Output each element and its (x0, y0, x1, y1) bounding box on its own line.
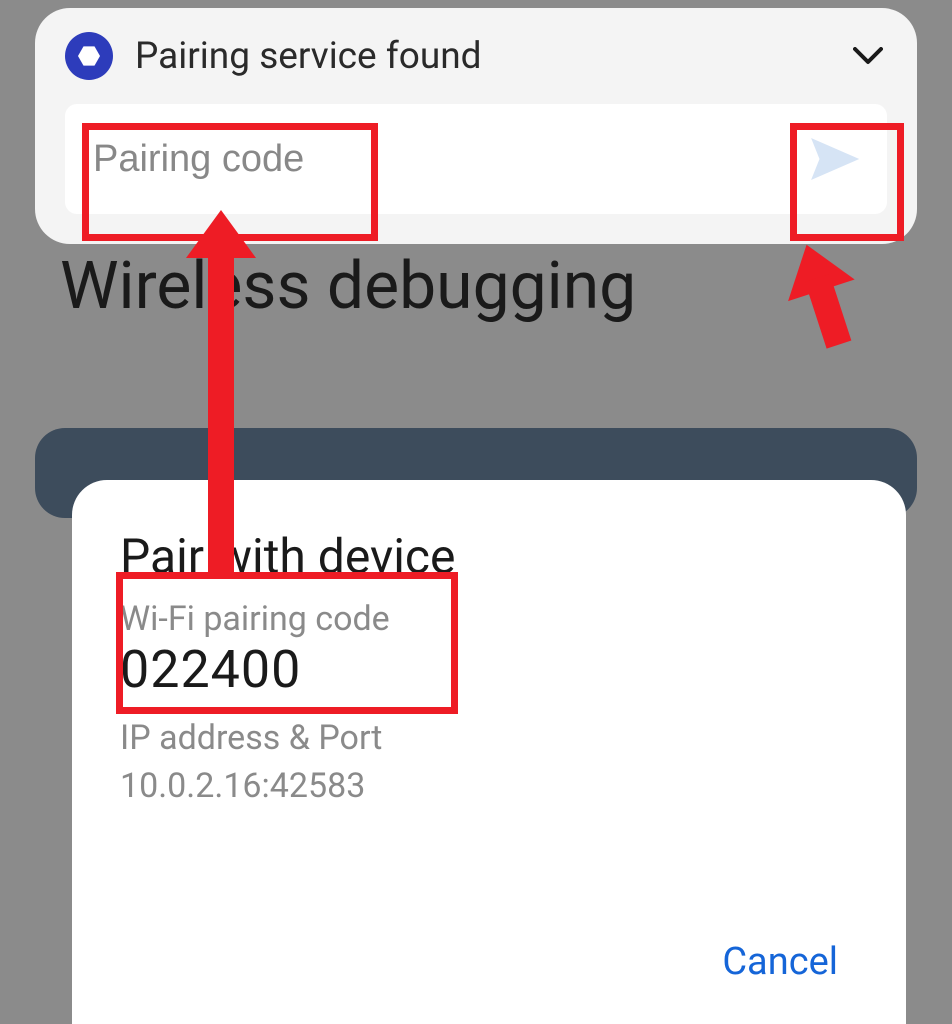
send-button[interactable] (783, 104, 887, 214)
input-row (65, 104, 887, 214)
pairing-notification: Pairing service found (35, 8, 917, 244)
page-title: Wireless debugging (60, 248, 636, 325)
pairing-code-input[interactable] (65, 104, 783, 214)
chevron-down-icon[interactable] (849, 37, 887, 75)
pairing-code-label: Wi-Fi pairing code (120, 599, 858, 639)
ip-port-value: 10.0.2.16:42583 (120, 766, 858, 806)
notification-title: Pairing service found (135, 35, 827, 78)
dialog-actions: Cancel (120, 890, 858, 994)
send-icon (810, 137, 860, 181)
pair-dialog: Pair with device Wi-Fi pairing code 0224… (72, 480, 906, 1024)
service-icon (65, 32, 113, 80)
cancel-button[interactable]: Cancel (702, 930, 858, 994)
ip-port-label: IP address & Port (120, 718, 858, 758)
dialog-title: Pair with device (120, 528, 858, 585)
notification-header: Pairing service found (65, 32, 887, 80)
pairing-code-value: 022400 (120, 639, 858, 700)
